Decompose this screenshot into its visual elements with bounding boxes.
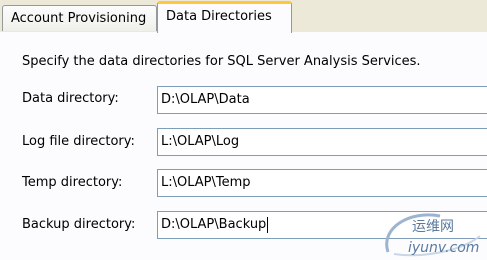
text-caret <box>267 216 269 233</box>
temp-directory-field[interactable]: L:\OLAP\Temp <box>157 169 487 197</box>
tab-label: Data Directories <box>166 9 272 24</box>
field-value: D:\OLAP\Backup <box>161 217 267 232</box>
watermark-text: 运维网 <box>412 219 454 235</box>
watermark-url: iyunv.com <box>408 240 480 256</box>
log-directory-label: Log file directory: <box>22 134 135 149</box>
field-value: L:\OLAP\Temp <box>161 175 251 190</box>
field-value: D:\OLAP\Data <box>161 92 250 107</box>
tab-data-directories[interactable]: Data Directories <box>157 1 292 33</box>
field-value: L:\OLAP\Log <box>161 134 240 149</box>
data-directory-field[interactable]: D:\OLAP\Data <box>157 86 487 114</box>
watermark-logo: 运维网 iyunv.com <box>380 208 487 260</box>
description-text: Specify the data directories for SQL Ser… <box>22 54 421 69</box>
data-directory-label: Data directory: <box>22 91 119 106</box>
backup-directory-label: Backup directory: <box>22 217 136 232</box>
temp-directory-label: Temp directory: <box>22 175 123 190</box>
tab-label: Account Provisioning <box>11 11 147 26</box>
log-directory-field[interactable]: L:\OLAP\Log <box>157 128 487 156</box>
tab-account-provisioning[interactable]: Account Provisioning <box>2 5 157 31</box>
tab-strip: Account Provisioning Data Directories <box>0 0 487 33</box>
